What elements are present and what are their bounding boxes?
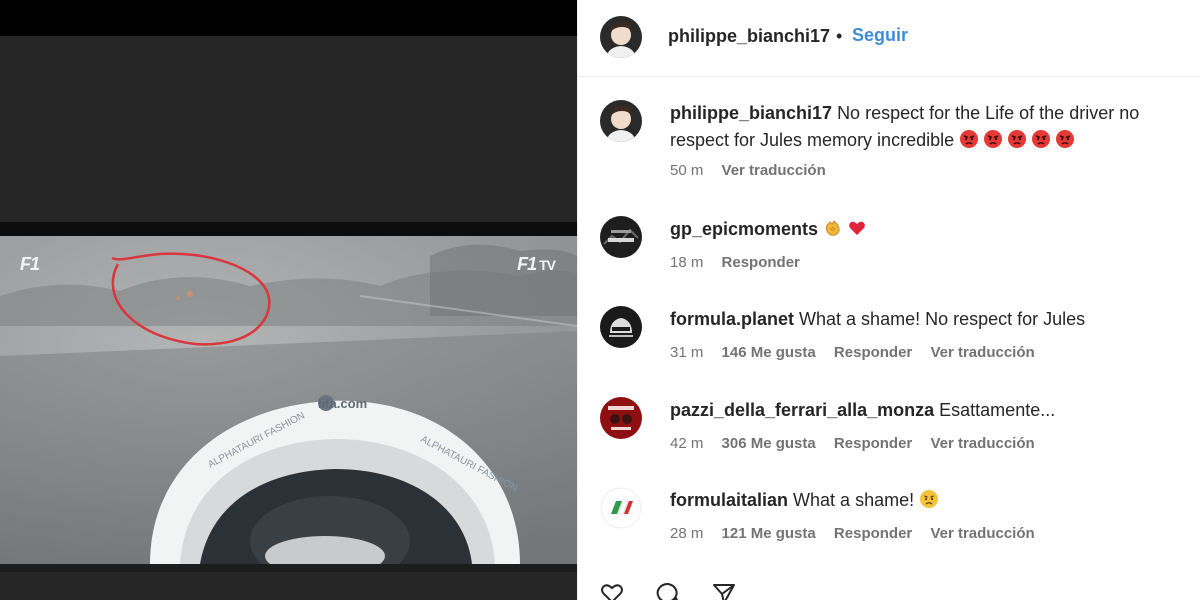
reply-button[interactable]: Responder xyxy=(834,344,912,361)
clapping-hands-icon xyxy=(826,220,840,236)
translate-button[interactable]: Ver traducción xyxy=(722,162,826,179)
angry-face-icon xyxy=(984,130,1003,148)
angry-face-icon xyxy=(960,130,979,148)
heart-icon[interactable] xyxy=(600,582,624,600)
commenter-avatar[interactable] xyxy=(600,306,642,348)
comment-text: gp_epicmoments xyxy=(670,216,1180,243)
angry-face-icon xyxy=(1008,130,1027,148)
media-letterbox-top xyxy=(0,36,577,222)
angry-face-icon xyxy=(1032,130,1051,148)
onboard-video-frame: ALPHATAURI FASHION ALPHATAURI FASHION F1… xyxy=(0,236,577,564)
post-header: philippe_bianchi17 • Seguir xyxy=(578,0,1200,77)
commenter-avatar[interactable] xyxy=(600,487,642,529)
commenter-avatar[interactable] xyxy=(600,216,642,258)
comment-time[interactable]: 28 m xyxy=(670,525,703,542)
f1tv-logo-suffix: TV xyxy=(539,257,556,273)
follow-button[interactable]: Seguir xyxy=(852,25,908,46)
comment-text: formula.planet What a shame! No respect … xyxy=(670,306,1180,333)
share-icon[interactable] xyxy=(712,582,736,600)
frowning-face-icon xyxy=(920,490,939,508)
media-letterbox-bottom xyxy=(0,572,577,600)
f1tv-logo: F1 TV xyxy=(517,254,556,275)
comment-meta: 31 m 146 Me gusta Responder Ver traducci… xyxy=(670,344,1049,361)
comment-meta: 50 m Ver traducción xyxy=(670,162,840,179)
comment-meta: 42 m 306 Me gusta Responder Ver traducci… xyxy=(670,435,1049,452)
commenter-avatar[interactable] xyxy=(600,100,642,142)
comment-username[interactable]: formula.planet xyxy=(670,309,794,329)
comment-username[interactable]: gp_epicmoments xyxy=(670,219,818,239)
angry-face-icon xyxy=(1056,130,1075,148)
comment-time[interactable]: 18 m xyxy=(670,254,703,271)
post-media[interactable]: ALPHATAURI FASHION ALPHATAURI FASHION F1… xyxy=(0,0,577,600)
f1-logo: F1 xyxy=(20,254,40,274)
comment-body: What a shame! No respect for Jules xyxy=(799,309,1086,329)
author-username[interactable]: philippe_bianchi17 xyxy=(668,26,830,47)
author-avatar[interactable] xyxy=(600,16,642,58)
onboard-scene: ALPHATAURI FASHION ALPHATAURI FASHION xyxy=(0,236,577,564)
comment-text: philippe_bianchi17 No respect for the Li… xyxy=(670,100,1180,154)
comment-body: Esattamente... xyxy=(939,400,1056,420)
media-divider xyxy=(0,222,577,236)
reply-button[interactable]: Responder xyxy=(834,435,912,452)
reply-button[interactable]: Responder xyxy=(722,254,800,271)
car-sponsor-text: lifa.com xyxy=(318,396,368,411)
f1tv-logo-mark: F1 xyxy=(517,254,537,274)
reply-button[interactable]: Responder xyxy=(834,525,912,542)
comment-icon[interactable] xyxy=(656,582,680,600)
translate-button[interactable]: Ver traducción xyxy=(930,525,1034,542)
header-separator: • xyxy=(836,26,843,46)
comment-username[interactable]: pazzi_della_ferrari_alla_monza xyxy=(670,400,934,420)
likes-count[interactable]: 146 Me gusta xyxy=(722,344,816,361)
comment-time[interactable]: 50 m xyxy=(670,162,703,179)
likes-count[interactable]: 306 Me gusta xyxy=(722,435,816,452)
comment-body: What a shame! xyxy=(793,490,915,510)
comment-text: formulaitalian What a shame! xyxy=(670,487,1180,514)
post-side-panel: philippe_bianchi17 • Seguir philippe_bia… xyxy=(577,0,1200,600)
red-heart-icon xyxy=(849,221,865,235)
comment-meta: 28 m 121 Me gusta Responder Ver traducci… xyxy=(670,525,1049,542)
media-divider-bottom xyxy=(0,564,577,572)
commenter-avatar[interactable] xyxy=(600,397,642,439)
comment-username[interactable]: philippe_bianchi17 xyxy=(670,103,832,123)
comment-text: pazzi_della_ferrari_alla_monza Esattamen… xyxy=(670,397,1180,424)
comment-time[interactable]: 42 m xyxy=(670,435,703,452)
comment-meta: 18 m Responder xyxy=(670,254,814,271)
translate-button[interactable]: Ver traducción xyxy=(930,435,1034,452)
likes-count[interactable]: 121 Me gusta xyxy=(722,525,816,542)
translate-button[interactable]: Ver traducción xyxy=(930,344,1034,361)
comment-username[interactable]: formulaitalian xyxy=(670,490,788,510)
comment-time[interactable]: 31 m xyxy=(670,344,703,361)
